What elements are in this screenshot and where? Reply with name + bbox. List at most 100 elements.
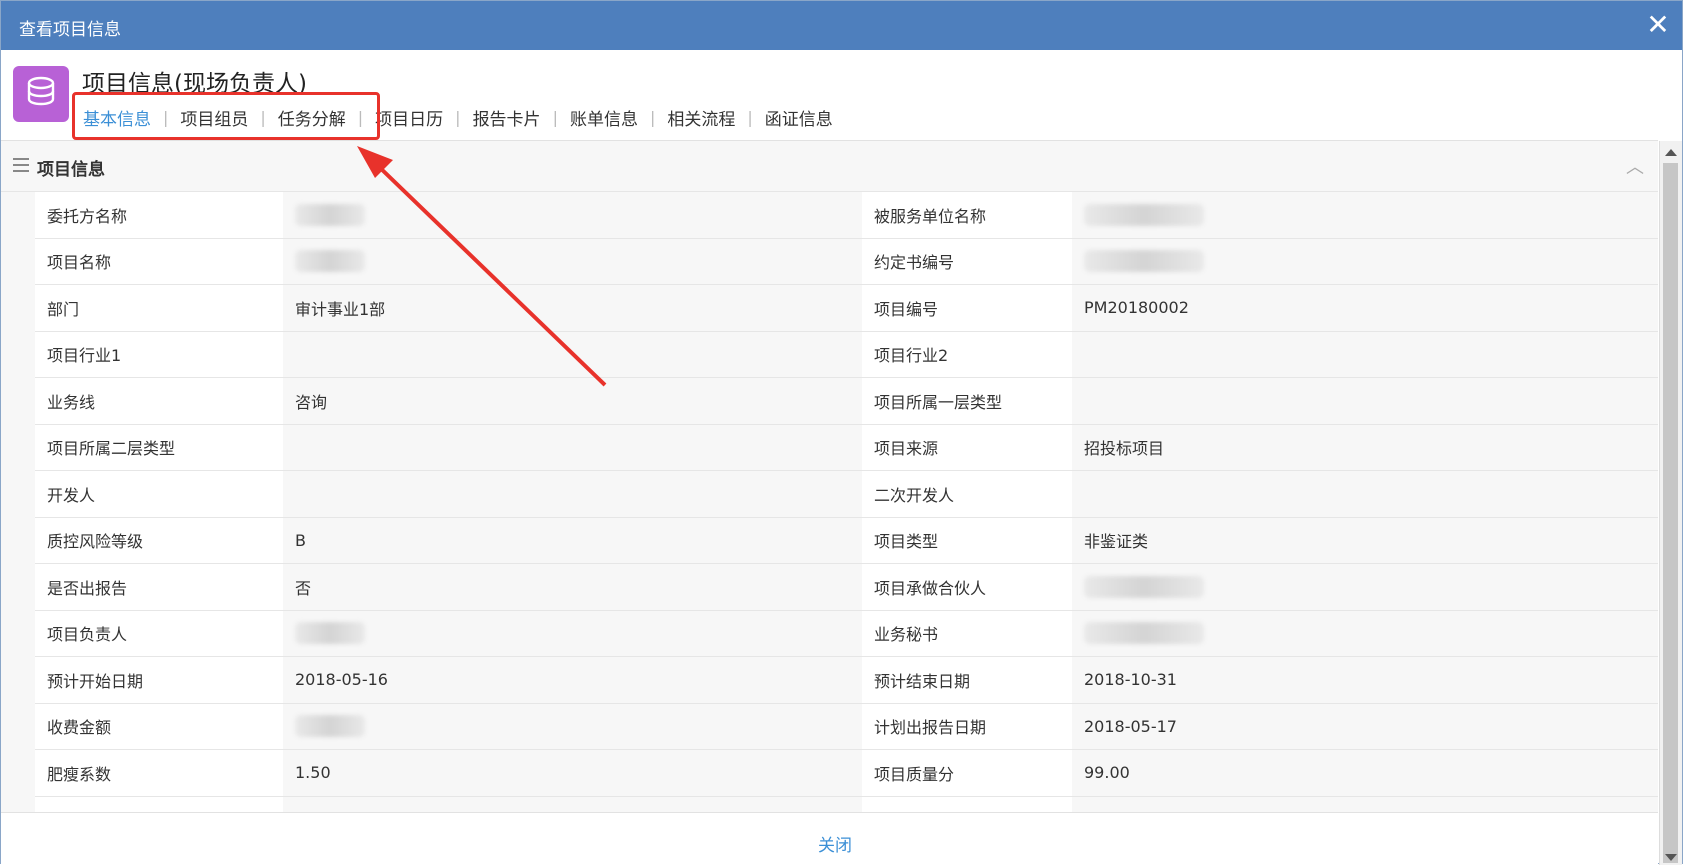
tab-separator: | (357, 107, 364, 127)
field-value: 招投标项目 (1072, 424, 1658, 471)
field-label: 项目所属二层类型 (35, 424, 283, 471)
field-value: 咨询 (283, 378, 862, 425)
vertical-scrollbar[interactable] (1659, 141, 1682, 865)
project-info-dialog: 查看项目信息 ✕ 项目信息(现场负责人) 基本信息 | 项目组员 | 任务分解 … (0, 0, 1683, 866)
tab-bar: 基本信息 | 项目组员 | 任务分解 | 项目日历 | 报告卡片 | 账单信息 … (82, 105, 834, 130)
field-value (283, 703, 862, 750)
info-row: 质控风险等级 B 项目类型 非鉴证类 (1, 517, 1658, 564)
field-label (35, 796, 283, 812)
field-value (283, 238, 862, 285)
close-button[interactable]: 关闭 (818, 831, 852, 856)
field-value (1072, 610, 1658, 657)
field-label: 项目行业2 (862, 331, 1072, 378)
info-row: 项目所属二层类型 项目来源 招投标项目 (1, 424, 1658, 471)
field-value (1072, 378, 1658, 425)
info-row: 项目行业1 项目行业2 (1, 331, 1658, 378)
field-label: 业务线 (35, 378, 283, 425)
field-value: 2018-05-17 (1072, 703, 1658, 750)
field-label: 质控风险等级 (35, 517, 283, 564)
info-row: 部门 审计事业1部 项目编号 PM20180002 (1, 285, 1658, 332)
field-label: 开发人 (35, 471, 283, 518)
redacted-value (295, 715, 365, 738)
field-label: 预计结束日期 (862, 657, 1072, 704)
redacted-value (1084, 622, 1204, 645)
field-label: 项目名称 (35, 238, 283, 285)
redacted-value (295, 622, 365, 645)
field-label: 业务秘书 (862, 610, 1072, 657)
field-value: 1.50 (283, 750, 862, 797)
info-row (1, 796, 1658, 812)
scroll-up-icon[interactable] (1665, 149, 1677, 156)
tab-confirmation-info[interactable]: 函证信息 (764, 105, 834, 130)
field-value (283, 192, 862, 239)
tab-related-process[interactable]: 相关流程 (666, 105, 736, 130)
field-value (1072, 331, 1658, 378)
tab-separator: | (455, 107, 461, 127)
field-label: 约定书编号 (862, 238, 1072, 285)
scrollbar-thumb[interactable] (1663, 163, 1678, 863)
redacted-value (1084, 250, 1204, 273)
field-value: 非鉴证类 (1072, 517, 1658, 564)
field-label: 肥瘦系数 (35, 750, 283, 797)
info-row: 收费金额 计划出报告日期 2018-05-17 (1, 703, 1658, 750)
field-label: 委托方名称 (35, 192, 283, 239)
field-label: 项目质量分 (862, 750, 1072, 797)
field-label: 项目所属一层类型 (862, 378, 1072, 425)
field-value (283, 331, 862, 378)
field-label: 计划出报告日期 (862, 703, 1072, 750)
field-label: 项目行业1 (35, 331, 283, 378)
field-label: 部门 (35, 285, 283, 332)
close-icon[interactable]: ✕ (1644, 11, 1672, 39)
field-value: 审计事业1部 (283, 285, 862, 332)
tab-separator: | (649, 107, 656, 127)
info-row: 预计开始日期 2018-05-16 预计结束日期 2018-10-31 (1, 657, 1658, 704)
info-row: 项目负责人 业务秘书 (1, 610, 1658, 657)
field-label (862, 796, 1072, 812)
field-label: 预计开始日期 (35, 657, 283, 704)
field-label: 项目来源 (862, 424, 1072, 471)
field-value: PM20180002 (1072, 285, 1658, 332)
field-label: 二次开发人 (862, 471, 1072, 518)
redacted-value (1084, 575, 1204, 598)
field-value (283, 471, 862, 518)
tab-separator: | (747, 107, 753, 127)
section-header[interactable]: 项目信息 ︿ (1, 141, 1658, 192)
field-value: B (283, 517, 862, 564)
page-header: 项目信息(现场负责人) 基本信息 | 项目组员 | 任务分解 | 项目日历 | … (1, 50, 1658, 141)
field-value: 2018-10-31 (1072, 657, 1658, 704)
tab-report-card[interactable]: 报告卡片 (472, 105, 542, 130)
menu-icon (13, 158, 29, 172)
dialog-title: 查看项目信息 (19, 20, 121, 40)
redacted-value (1084, 203, 1204, 226)
info-row: 业务线 咨询 项目所属一层类型 (1, 378, 1658, 425)
database-icon (13, 66, 69, 122)
dialog-titlebar: 查看项目信息 ✕ (1, 1, 1682, 50)
info-row: 开发人 二次开发人 (1, 471, 1658, 518)
section-title: 项目信息 (37, 160, 105, 180)
redacted-value (295, 250, 365, 273)
scroll-down-icon[interactable] (1665, 854, 1677, 861)
field-value (1072, 471, 1658, 518)
field-label: 项目编号 (862, 285, 1072, 332)
tab-project-calendar[interactable]: 项目日历 (374, 105, 444, 130)
tab-project-members[interactable]: 项目组员 (179, 105, 249, 130)
field-value: 99.00 (1072, 750, 1658, 797)
tab-basic-info[interactable]: 基本信息 (82, 105, 152, 130)
page-title: 项目信息(现场负责人) (82, 71, 307, 97)
project-info-grid: 委托方名称 被服务单位名称 项目名称 约定书编号 部门 审计事业1部 项目编号 PM20180… (1, 192, 1658, 812)
info-row: 肥瘦系数 1.50 项目质量分 99.00 (1, 750, 1658, 797)
info-row: 委托方名称 被服务单位名称 (1, 192, 1658, 239)
chevron-up-icon[interactable]: ︿ (1626, 153, 1644, 179)
tab-billing-info[interactable]: 账单信息 (569, 105, 639, 130)
field-label: 收费金额 (35, 703, 283, 750)
field-label: 项目负责人 (35, 610, 283, 657)
field-label: 是否出报告 (35, 564, 283, 611)
tab-separator: | (163, 107, 169, 127)
field-value (1072, 192, 1658, 239)
field-value: 否 (283, 564, 862, 611)
field-value (1072, 238, 1658, 285)
redacted-value (295, 203, 365, 226)
tab-task-breakdown[interactable]: 任务分解 (277, 105, 347, 130)
field-label: 项目类型 (862, 517, 1072, 564)
field-value (1072, 564, 1658, 611)
